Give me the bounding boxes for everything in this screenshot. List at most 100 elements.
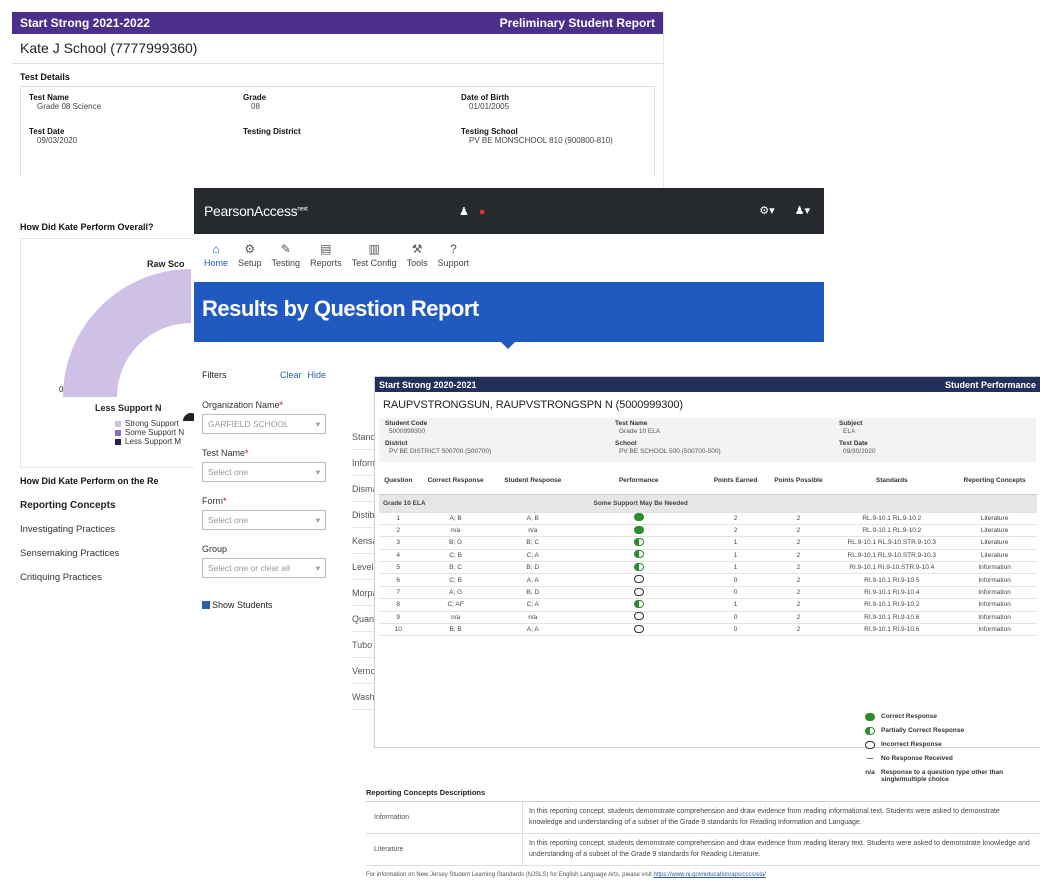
performance-cell [571, 573, 706, 587]
field-label: Date of Birth [461, 93, 509, 102]
testing-school-field: Testing School PV BE MONSCHOOL 810 (9008… [461, 127, 621, 146]
settings-icon[interactable]: ⚙▾ [759, 204, 774, 217]
table-cell: 2 [765, 524, 832, 538]
performance-cell [571, 598, 706, 612]
table-cell: 5 [379, 561, 418, 575]
table-cell: 3 [379, 536, 418, 550]
group-select[interactable]: Select one or clear all ▾ [202, 558, 326, 578]
chevron-down-icon: ▾ [315, 418, 320, 429]
table-cell: Literature [952, 536, 1037, 550]
table-cell: Information [952, 586, 1037, 600]
clear-filters-link[interactable]: Clear [280, 370, 302, 380]
test-name-field: Test Name Grade 08 Science [29, 93, 101, 112]
field-value: 09/03/2020 [37, 136, 78, 145]
table-cell: Literature [952, 512, 1037, 525]
nav-testing[interactable]: ✎ Testing [272, 242, 301, 282]
brand-logo[interactable]: PearsonAccessnext [204, 203, 308, 219]
standards-link[interactable]: https://www.nj.gov/education/aps/cccs/el… [654, 872, 766, 878]
concepts-heading: How Did Kate Perform on the Re [20, 476, 159, 486]
nav-support[interactable]: ? Support [438, 242, 470, 282]
concept-item: Critiquing Practices [20, 572, 102, 583]
column-header: Correct Response [417, 468, 494, 495]
question-results-table: Question Correct Response Student Respon… [379, 468, 1037, 637]
table-cell: 2 [765, 561, 832, 575]
filters-panel: Filters Clear Hide Organization Name* GAR… [194, 364, 334, 632]
field-label: Testing School [461, 127, 518, 136]
table-cell: 2 [765, 512, 832, 525]
table-row: 8 C; AF C; A 1 2 RI.9-10.1 RI.9-10.2 Informati… [379, 598, 1037, 612]
table-cell: 1 [705, 598, 766, 612]
nav-tools[interactable]: ⚒ Tools [407, 242, 428, 282]
table-cell: B; C [493, 536, 572, 550]
table-cell: 0 [705, 586, 766, 600]
column-header: Points Earned [705, 468, 766, 495]
legend-item: — No Response Received [859, 755, 1040, 766]
table-cell: 2 [765, 598, 832, 612]
table-cell: 8 [379, 598, 418, 612]
test-name-label: Test Name* [202, 448, 249, 458]
legend-symbol: — [866, 755, 874, 762]
concept-item: Sensemaking Practices [20, 548, 120, 559]
column-header: Reporting Concepts [952, 468, 1037, 495]
test-name-select[interactable]: Select one ▾ [202, 462, 326, 482]
checkbox-checked-icon [202, 601, 210, 609]
gauge-min-label: 0 [59, 385, 64, 394]
notification-icon[interactable]: ♟ ● [459, 205, 486, 218]
report-title: Start Strong 2021-2022 [20, 16, 151, 30]
student-info-panel: Student Code 5000999300 Test Name Grade 10… [379, 418, 1036, 462]
table-cell: 0 [705, 573, 766, 587]
table-cell: 1 [705, 561, 766, 575]
hide-filters-link[interactable]: Hide [307, 370, 326, 380]
table-cell: RL.9-10.1 RL.9-10.STR.9-10.3 [831, 536, 953, 550]
table-cell: C; B [417, 573, 494, 587]
partially-correct-icon [633, 562, 644, 571]
descriptions-footer: For information on New Jersey Student Le… [366, 872, 766, 878]
form-select[interactable]: Select one ▾ [202, 510, 326, 530]
partially-correct-icon [865, 727, 875, 735]
correct-icon [865, 713, 875, 721]
table-cell: 2 [765, 573, 832, 587]
table-cell: Information [952, 598, 1037, 612]
support-icon: ? [450, 242, 457, 256]
user-icon[interactable]: ♟▾ [795, 204, 810, 217]
column-header: Performance [571, 468, 706, 495]
table-cell: RL.9-10.1 RL.9-10.STR.9-10.3 [831, 549, 953, 563]
nav-setup[interactable]: ⚙ Setup [238, 242, 262, 282]
table-cell: 2 [765, 611, 832, 625]
partially-correct-icon [633, 550, 644, 559]
table-cell: n/a [417, 524, 494, 538]
nav-home[interactable]: ⌂ Home [204, 242, 228, 282]
chevron-down-icon: ▾ [315, 514, 320, 525]
nav-reports[interactable]: ▤ Reports [310, 242, 342, 282]
testing-district-field: Testing District [243, 127, 301, 136]
form-label: Form* [202, 496, 227, 506]
nav-test-config[interactable]: ▥ Test Config [352, 242, 397, 282]
concept-item: Investigating Practices [20, 524, 116, 535]
table-cell: 2 [765, 536, 832, 550]
table-cell: 2 [765, 586, 832, 600]
table-cell: RI.9-10.1 RI.9-10.4 [831, 586, 953, 600]
table-cell: C; AF [417, 598, 494, 612]
partially-correct-icon [633, 599, 644, 608]
org-name-label: Organization Name* [202, 400, 284, 410]
table-cell: B; D [493, 561, 572, 575]
description-row: Information In this reporting concept, s… [366, 802, 1040, 834]
table-row: 9 n/a n/a 0 2 RI.9-10.1 RI.9-10.6 Information [379, 611, 1037, 625]
performance-cell [571, 549, 706, 563]
table-cell: B; C [417, 561, 494, 575]
show-students-checkbox[interactable]: Show Students [202, 600, 326, 610]
gauge-arc [63, 269, 191, 397]
dob-field: Date of Birth 01/01/2005 [461, 93, 509, 112]
student-performance-report: Start Strong 2020-2021 Student Performan… [374, 376, 1040, 783]
table-header-row: Question Correct Response Student Respon… [379, 468, 1037, 495]
column-header: Points Possible [765, 468, 832, 495]
incorrect-icon [633, 624, 644, 633]
table-cell: 2 [765, 623, 832, 637]
table-cell: A; G [417, 586, 494, 600]
column-header: Question [379, 468, 418, 495]
table-row: 10 B; B A; A 0 2 RI.9-10.1 RI.9-10.6 Informati… [379, 623, 1037, 637]
table-cell: B; G [417, 536, 494, 550]
test-date-field: Test Date 09/03/2020 [29, 127, 77, 146]
table-row: 1 A; B A; B 2 2 RL.9-10.1 RL.9-10.2 Literature [379, 512, 1037, 525]
org-name-select[interactable]: GARFIELD SCHOOL ▾ [202, 414, 326, 434]
